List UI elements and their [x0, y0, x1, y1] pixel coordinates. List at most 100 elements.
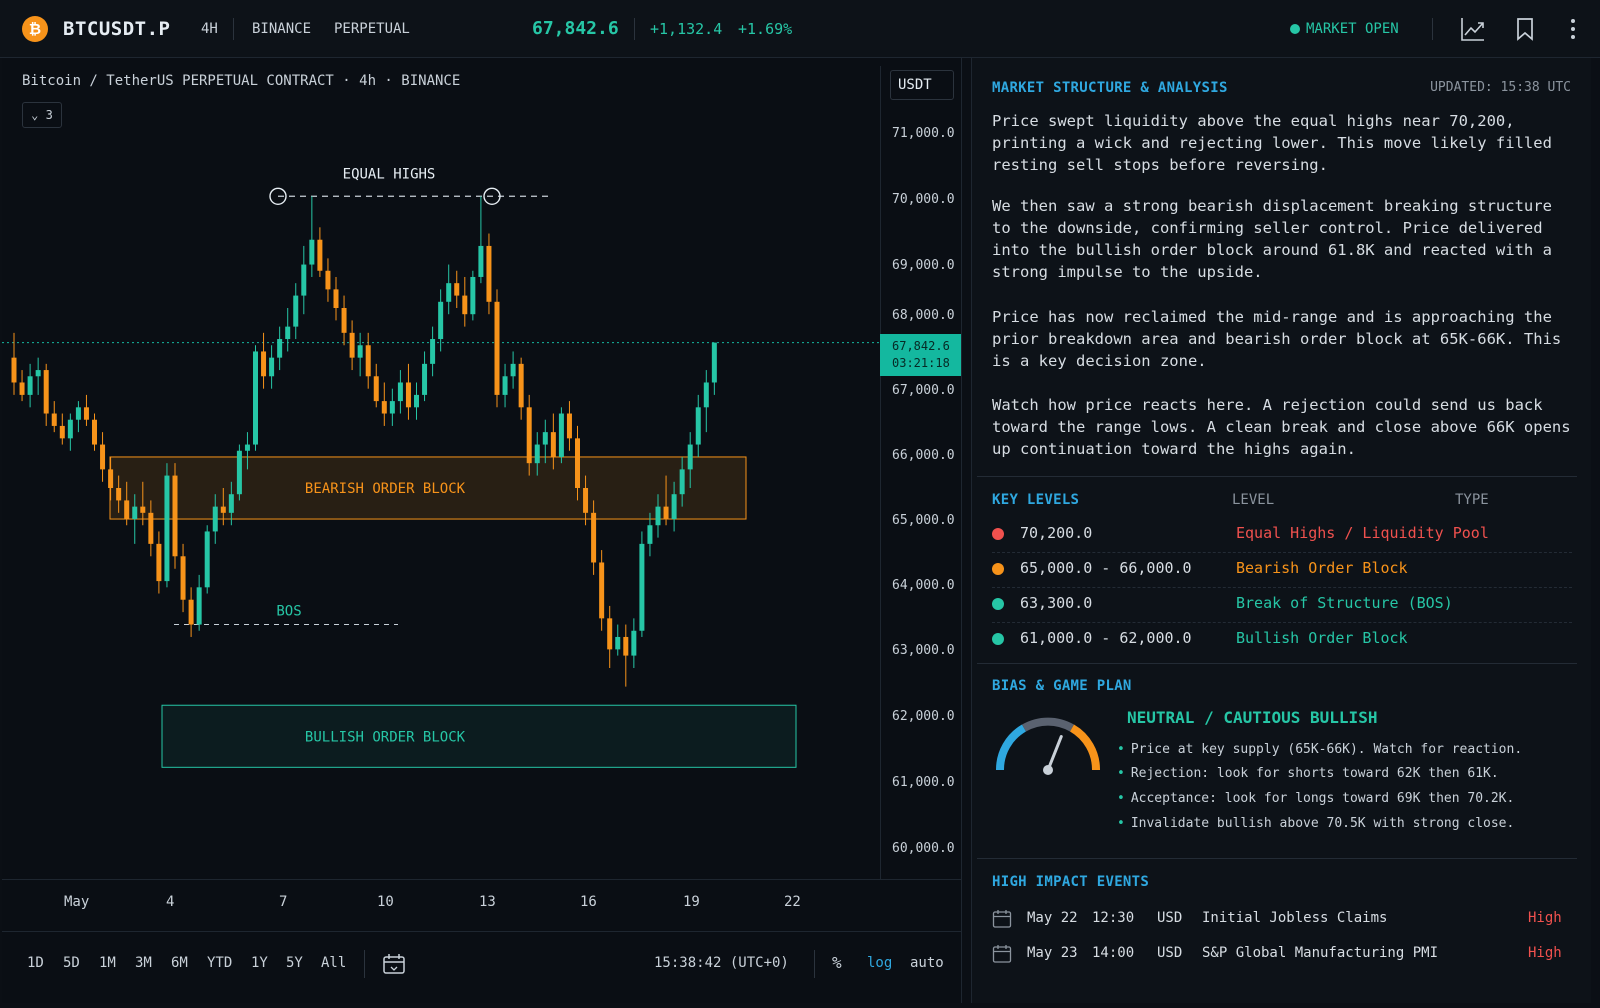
- last-price-tag: 67,842.6 03:21:18: [880, 334, 961, 376]
- price-change: +1,132.4: [650, 20, 723, 38]
- indicator-toggle[interactable]: ⌄ 3: [22, 102, 62, 128]
- bookmark-icon[interactable]: [1512, 16, 1538, 42]
- bias-bullet: • Invalidate bullish above 70.5K with str…: [1117, 816, 1515, 831]
- currency-unit-button[interactable]: USDT: [890, 70, 954, 100]
- price-change-percent: +1.69%: [738, 20, 793, 38]
- candle-body: [430, 339, 436, 364]
- candle-body: [269, 357, 275, 377]
- candle-body: [83, 407, 89, 420]
- range-5d[interactable]: 5D: [63, 955, 80, 971]
- candle-body: [711, 342, 717, 383]
- range-6m[interactable]: 6M: [171, 955, 188, 971]
- bias-bullet: • Rejection: look for shorts toward 62K t…: [1117, 766, 1499, 781]
- range-5y[interactable]: 5Y: [286, 955, 303, 971]
- divider: [233, 18, 234, 40]
- bias-bullet-text: Invalidate bullish above 70.5K with stro…: [1130, 816, 1515, 831]
- percent-scale-toggle[interactable]: %: [832, 953, 842, 972]
- event-impact: High: [1528, 910, 1562, 926]
- candle-body: [583, 488, 589, 513]
- range-1d[interactable]: 1D: [27, 955, 44, 971]
- chart-icon[interactable]: [1460, 16, 1486, 42]
- candle-body: [575, 438, 580, 488]
- analysis-heading: MARKET STRUCTURE & ANALYSIS: [992, 80, 1228, 96]
- candle-body: [51, 413, 57, 426]
- y-tick: 67,000.0: [892, 383, 955, 398]
- candle-body: [180, 556, 186, 600]
- candle-body: [317, 239, 323, 271]
- range-1m[interactable]: 1M: [99, 955, 116, 971]
- candle-body: [124, 500, 130, 520]
- symbol-name[interactable]: BTCUSDT.P: [63, 18, 170, 40]
- candle-body: [518, 363, 524, 408]
- candle-body: [59, 425, 65, 439]
- candle-body: [422, 363, 428, 395]
- event-row[interactable]: May 22 12:30 USD Initial Jobless Claims …: [992, 904, 1572, 934]
- candle-body: [148, 512, 154, 544]
- event-currency: USD: [1157, 945, 1183, 961]
- candle-body: [663, 506, 669, 520]
- candle-body: [526, 407, 532, 464]
- candle-body: [534, 444, 540, 464]
- event-row[interactable]: May 23 14:00 USD S&P Global Manufacturin…: [992, 939, 1572, 969]
- level-type: Break of Structure (BOS): [1236, 594, 1453, 612]
- updated-timestamp: UPDATED: 15:38 UTC: [1430, 80, 1571, 95]
- more-icon[interactable]: [1560, 16, 1586, 42]
- exchange-label: BINANCE: [252, 21, 312, 37]
- candle-body: [591, 512, 597, 563]
- chart-clock[interactable]: 15:38:42 (UTC+0): [654, 955, 789, 971]
- event-time: 14:00: [1092, 945, 1135, 961]
- candle-body: [478, 245, 484, 277]
- candle-body: [164, 475, 170, 582]
- x-tick: 19: [683, 894, 700, 910]
- candle-body: [43, 370, 49, 414]
- log-scale-toggle[interactable]: log: [867, 955, 892, 971]
- level-dot-icon: [992, 563, 1004, 575]
- range-1y[interactable]: 1Y: [251, 955, 268, 971]
- candle-body: [261, 351, 267, 377]
- candle-body: [454, 283, 460, 296]
- candle-body: [325, 270, 331, 290]
- candle-body: [220, 506, 226, 513]
- calendar-icon[interactable]: [382, 953, 406, 975]
- range-ytd[interactable]: YTD: [207, 955, 232, 971]
- price-chart[interactable]: EQUAL HIGHS BEARISH ORDER BLOCK BULLISH OR…: [2, 58, 962, 1003]
- candle-body: [236, 450, 242, 495]
- y-tick: 68,000.0: [892, 308, 955, 323]
- divider: [814, 950, 815, 978]
- candle-body: [11, 357, 17, 383]
- candle-body: [599, 562, 605, 619]
- candle-body: [494, 301, 500, 395]
- candle-body: [132, 506, 138, 520]
- candle-body: [671, 494, 677, 520]
- candle-body: [397, 382, 403, 402]
- range-all[interactable]: All: [321, 955, 346, 971]
- y-axis-border: [880, 66, 881, 879]
- bias-gauge-icon: [995, 717, 1101, 775]
- divider: [364, 950, 365, 978]
- range-3m[interactable]: 3M: [135, 955, 152, 971]
- event-date: May 22: [1027, 910, 1078, 926]
- candle-body: [116, 488, 122, 501]
- bias-bullet-text: Price at key supply (65K-66K). Watch for…: [1130, 742, 1523, 757]
- candle-body: [196, 587, 202, 625]
- auto-scale-toggle[interactable]: auto: [910, 955, 944, 971]
- candle-body: [679, 469, 685, 495]
- candle-body: [414, 394, 419, 408]
- candle-body: [67, 419, 73, 439]
- divider: [1432, 18, 1433, 40]
- candle-body: [655, 506, 661, 526]
- x-axis-border: [2, 879, 962, 880]
- candle-body: [309, 239, 315, 265]
- candle-body: [333, 289, 339, 308]
- analysis-panel: MARKET STRUCTURE & ANALYSIS UPDATED: 15:…: [971, 58, 1591, 1003]
- x-tick: 22: [784, 894, 801, 910]
- y-tick: 62,000.0: [892, 709, 955, 724]
- candle-body: [156, 543, 162, 582]
- y-tick: 63,000.0: [892, 643, 955, 658]
- analysis-paragraph: Price swept liquidity above the equal hi…: [992, 112, 1552, 174]
- candle-countdown: 03:21:18: [892, 356, 950, 370]
- candle-body: [639, 543, 645, 631]
- candle-body: [550, 432, 556, 457]
- event-currency: USD: [1157, 910, 1183, 926]
- timeframe-selector[interactable]: 4H: [201, 21, 218, 37]
